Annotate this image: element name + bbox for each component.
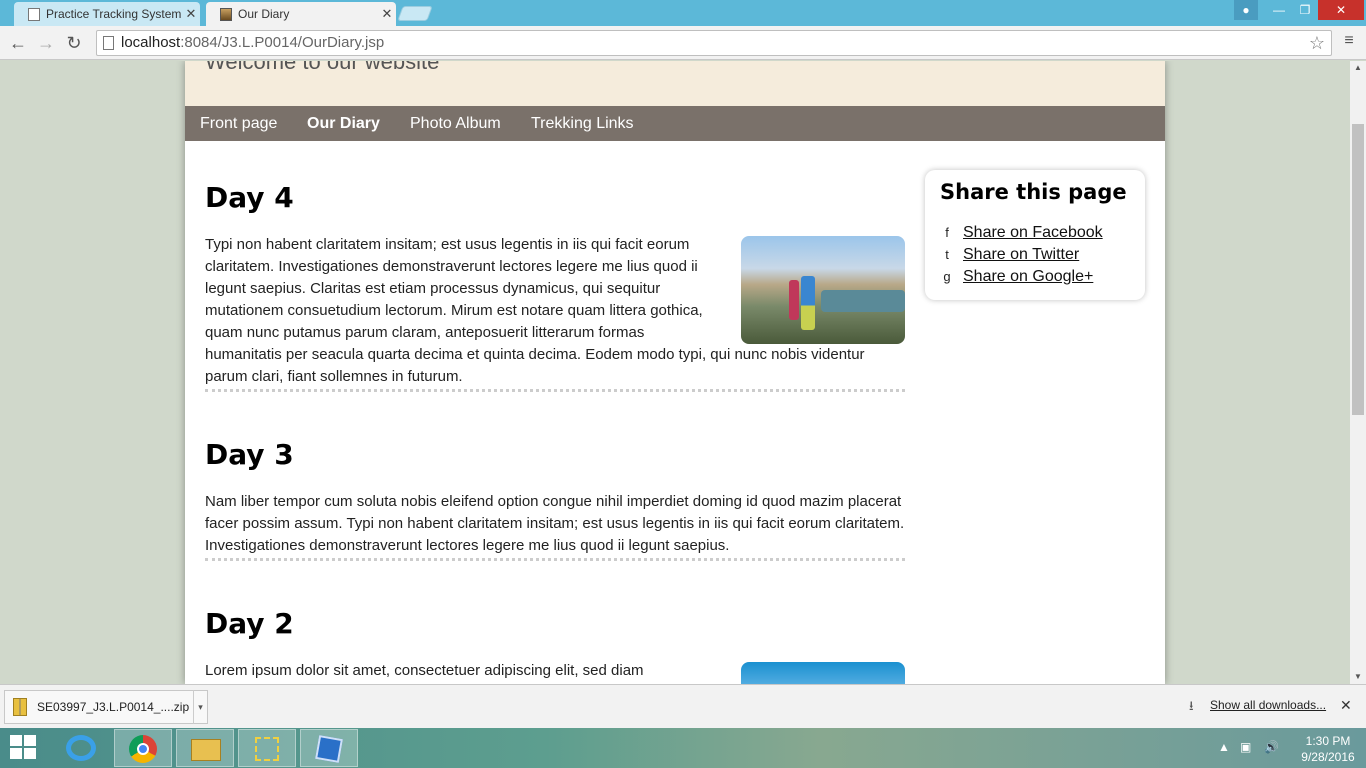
nav-our-diary[interactable]: Our Diary xyxy=(307,106,380,141)
share-googleplus-link[interactable]: g Share on Google+ xyxy=(940,268,1093,286)
restore-button[interactable]: ❐ xyxy=(1292,0,1318,20)
entry-title: Day 3 xyxy=(205,438,294,471)
tab-our-diary[interactable]: Our Diary ✕ xyxy=(206,2,396,26)
share-label: Share on Facebook xyxy=(963,224,1103,241)
entry-title: Day 2 xyxy=(205,607,294,640)
menu-icon[interactable]: ≡ xyxy=(1340,32,1358,54)
volume-icon[interactable]: 🔊 xyxy=(1264,740,1279,754)
download-filename: SE03997_J3.L.P0014_....zip xyxy=(37,700,190,714)
image-icon xyxy=(220,7,232,21)
internet-explorer-icon[interactable] xyxy=(52,729,110,767)
new-tab-button[interactable] xyxy=(397,6,433,21)
zip-file-icon xyxy=(13,698,27,716)
site-header: Welcome to our website xyxy=(185,61,1165,106)
main-nav: Front page Our Diary Photo Album Trekkin… xyxy=(185,106,1165,141)
clock-time: 1:30 PM xyxy=(1305,734,1351,748)
share-title: Share this page xyxy=(940,180,1127,204)
entry-text: Lorem ipsum dolor sit amet, consectetuer… xyxy=(205,660,905,684)
tray-overflow-icon[interactable]: ▲ xyxy=(1218,740,1230,754)
system-clock[interactable]: 1:30 PM 9/28/2016 xyxy=(1296,733,1360,765)
close-icon[interactable]: ✕ xyxy=(1340,697,1352,714)
tab-title: Our Diary xyxy=(238,7,290,21)
scroll-down-icon[interactable]: ▼ xyxy=(1350,670,1366,684)
clock-date: 9/28/2016 xyxy=(1301,750,1355,764)
chrome-icon[interactable] xyxy=(114,729,172,767)
url-path: :8084/J3.L.P0014/OurDiary.jsp xyxy=(180,34,385,51)
site-welcome: Welcome to our website xyxy=(205,61,440,74)
trekking-photo xyxy=(741,662,905,684)
entry-text: Nam liber tempor cum soluta nobis eleife… xyxy=(205,491,905,557)
page-scrollbar[interactable]: ▲ ▼ xyxy=(1350,61,1366,684)
user-icon[interactable]: ● xyxy=(1234,0,1258,20)
url-host: localhost xyxy=(121,34,181,51)
entry-paragraph: Lorem ipsum dolor sit amet, consectetuer… xyxy=(205,662,644,679)
page-viewport: Welcome to our website Front page Our Di… xyxy=(0,61,1350,684)
virtualbox-icon[interactable] xyxy=(300,729,358,767)
bookmark-star-icon[interactable]: ☆ xyxy=(1309,31,1325,55)
back-icon[interactable]: ← xyxy=(6,32,30,54)
share-label: Share on Google+ xyxy=(963,268,1094,285)
dropdown-arrow-icon[interactable]: ▾ xyxy=(193,690,207,724)
file-explorer-icon[interactable] xyxy=(176,729,234,767)
close-icon[interactable]: ✕ xyxy=(182,6,200,22)
windows-taskbar: ▲ ▣ 🔊 1:30 PM 9/28/2016 xyxy=(0,728,1366,768)
googleplus-icon: g xyxy=(943,269,951,284)
network-icon[interactable]: ▣ xyxy=(1240,740,1251,754)
download-item[interactable]: SE03997_J3.L.P0014_....zip ▾ xyxy=(4,690,208,724)
close-icon[interactable]: ✕ xyxy=(378,6,396,22)
share-box: Share this page f Share on Facebook t Sh… xyxy=(925,170,1145,300)
entry-paragraph: Nam liber tempor cum soluta nobis eleife… xyxy=(205,493,905,554)
entry-text: Typi non habent claritatem insitam; est … xyxy=(205,234,905,388)
nav-photo-album[interactable]: Photo Album xyxy=(410,106,501,141)
download-bar: SE03997_J3.L.P0014_....zip ▾ ⭳ Show all … xyxy=(0,684,1366,728)
nav-trekking-links[interactable]: Trekking Links xyxy=(531,106,634,141)
browser-tabstrip: Practice Tracking System ✕ Our Diary ✕ ●… xyxy=(0,0,1366,26)
minimize-button[interactable]: — xyxy=(1266,0,1292,20)
snipping-tool-icon[interactable] xyxy=(238,729,296,767)
browser-toolbar: ← → ↻ localhost:8084/J3.L.P0014/OurDiary… xyxy=(0,26,1366,60)
reload-icon[interactable]: ↻ xyxy=(62,32,86,54)
close-window-button[interactable]: ✕ xyxy=(1318,0,1364,20)
show-all-downloads-link[interactable]: Show all downloads... xyxy=(1190,698,1326,712)
windows-start-icon[interactable] xyxy=(10,735,38,761)
scroll-up-icon[interactable]: ▲ xyxy=(1350,61,1366,75)
entry-divider xyxy=(205,389,905,392)
page-icon xyxy=(103,36,114,50)
document-icon xyxy=(28,7,40,21)
site-container: Welcome to our website Front page Our Di… xyxy=(185,61,1165,684)
address-bar[interactable]: localhost:8084/J3.L.P0014/OurDiary.jsp ☆ xyxy=(96,30,1332,56)
scroll-thumb[interactable] xyxy=(1352,124,1364,415)
tab-title: Practice Tracking System xyxy=(46,7,182,21)
share-twitter-link[interactable]: t Share on Twitter xyxy=(940,246,1079,264)
share-facebook-link[interactable]: f Share on Facebook xyxy=(940,224,1103,242)
tab-practice-tracking[interactable]: Practice Tracking System ✕ xyxy=(14,2,200,26)
twitter-icon: t xyxy=(945,247,949,262)
nav-front-page[interactable]: Front page xyxy=(200,106,277,141)
forward-icon[interactable]: → xyxy=(34,32,58,54)
facebook-icon: f xyxy=(945,225,949,240)
share-label: Share on Twitter xyxy=(963,246,1080,263)
entry-title: Day 4 xyxy=(205,181,294,214)
entry-divider xyxy=(205,558,905,561)
trekking-photo xyxy=(741,236,905,344)
